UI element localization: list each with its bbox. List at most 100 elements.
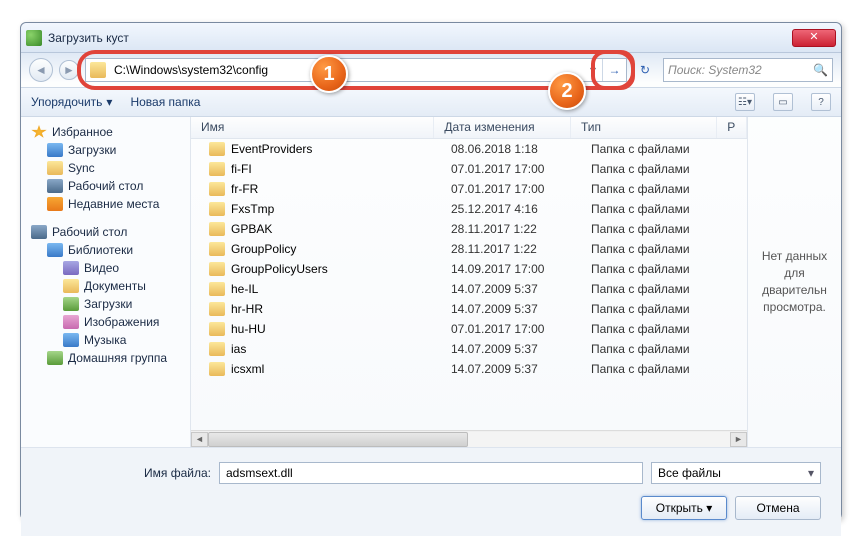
file-row[interactable]: he-IL14.07.2009 5:37Папка с файлами: [191, 279, 747, 299]
scroll-track[interactable]: [208, 432, 730, 447]
folder-icon: [209, 162, 225, 176]
col-size[interactable]: Р: [717, 117, 747, 138]
annotation-badge-2: 2: [548, 72, 586, 110]
file-type: Папка с файлами: [581, 162, 731, 176]
library-icon: [47, 243, 63, 257]
titlebar[interactable]: Загрузить куст ✕: [21, 23, 841, 53]
tree-libraries[interactable]: Библиотеки: [25, 241, 186, 259]
file-row[interactable]: FxsTmp25.12.2017 4:16Папка с файлами: [191, 199, 747, 219]
file-row[interactable]: GroupPolicy28.11.2017 1:22Папка с файлам…: [191, 239, 747, 259]
file-row[interactable]: GroupPolicyUsers 14.09.2017 17:00Папка с …: [191, 259, 747, 279]
col-name[interactable]: Имя: [191, 117, 434, 138]
file-type: Папка с файлами: [581, 222, 731, 236]
forward-button[interactable]: ►: [59, 60, 79, 80]
file-date: 07.01.2017 17:00: [441, 182, 581, 196]
preview-pane-button[interactable]: ▭: [773, 93, 793, 111]
address-bar[interactable]: ▾ →: [85, 58, 627, 82]
window-title: Загрузить куст: [48, 31, 792, 45]
desktop-icon: [47, 179, 63, 193]
tree-music[interactable]: Музыка: [25, 331, 186, 349]
search-box[interactable]: Поиск: System32 🔍: [663, 58, 833, 82]
open-button[interactable]: Открыть ▾: [641, 496, 727, 520]
file-type: Папка с файлами: [581, 182, 731, 196]
tree-homegroup[interactable]: Домашняя группа: [25, 349, 186, 367]
file-date: 07.01.2017 17:00: [441, 162, 581, 176]
file-type: Папка с файлами: [581, 242, 731, 256]
file-date: 28.11.2017 1:22: [441, 222, 581, 236]
file-type: Папка с файлами: [581, 202, 731, 216]
file-name: hr-HR: [231, 302, 263, 316]
preview-pane: Нет данных для дварительн просмотра.: [747, 117, 841, 447]
file-date: 14.07.2009 5:37: [441, 362, 581, 376]
tree-video[interactable]: Видео: [25, 259, 186, 277]
file-date: 08.06.2018 1:18: [441, 142, 581, 156]
file-row[interactable]: hu-HU07.01.2017 17:00Папка с файлами: [191, 319, 747, 339]
tree-downloads2[interactable]: Загрузки: [25, 295, 186, 313]
homegroup-icon: [47, 351, 63, 365]
file-date: 14.07.2009 5:37: [441, 282, 581, 296]
desktop-icon: [31, 225, 47, 239]
folder-icon: [63, 297, 79, 311]
tree-documents[interactable]: Документы: [25, 277, 186, 295]
navigation-row: ◄ ► ▾ → ↻ Поиск: System32 🔍: [21, 53, 841, 87]
file-row[interactable]: fi-FI 07.01.2017 17:00Папка с файлами: [191, 159, 747, 179]
nav-tree[interactable]: Избранное Загрузки Sync Рабочий стол Нед…: [21, 117, 191, 447]
file-row[interactable]: GPBAK28.11.2017 1:22Папка с файлами: [191, 219, 747, 239]
folder-icon: [209, 262, 225, 276]
tree-favorites[interactable]: Избранное: [25, 123, 186, 141]
col-date[interactable]: Дата изменения: [434, 117, 571, 138]
file-type: Папка с файлами: [581, 282, 731, 296]
search-placeholder: Поиск: System32: [668, 63, 762, 77]
organize-menu[interactable]: Упорядочить ▾: [31, 95, 112, 109]
tree-desktop-fav[interactable]: Рабочий стол: [25, 177, 186, 195]
file-name: GroupPolicyUsers: [231, 262, 328, 276]
documents-icon: [63, 279, 79, 293]
scroll-left-arrow[interactable]: ◄: [191, 432, 208, 447]
address-bar-wrapper: ▾ →: [85, 58, 627, 82]
tree-downloads[interactable]: Загрузки: [25, 141, 186, 159]
file-date: 14.09.2017 17:00: [441, 262, 581, 276]
close-button[interactable]: ✕: [792, 29, 836, 47]
video-icon: [63, 261, 79, 275]
images-icon: [63, 315, 79, 329]
filetype-value: Все файлы: [658, 466, 721, 480]
annotation-badge-1: 1: [310, 55, 348, 93]
scroll-thumb[interactable]: [208, 432, 468, 447]
folder-icon: [209, 362, 225, 376]
col-type[interactable]: Тип: [571, 117, 717, 138]
go-button[interactable]: →: [602, 59, 626, 81]
file-date: 14.07.2009 5:37: [441, 302, 581, 316]
file-row[interactable]: ias14.07.2009 5:37Папка с файлами: [191, 339, 747, 359]
file-row[interactable]: fr-FR 07.01.2017 17:00Папка с файлами: [191, 179, 747, 199]
file-row[interactable]: EventProviders08.06.2018 1:18Папка с фай…: [191, 139, 747, 159]
horizontal-scrollbar[interactable]: ◄ ►: [191, 430, 747, 447]
view-options-button[interactable]: ☷▾: [735, 93, 755, 111]
new-folder-button[interactable]: Новая папка: [130, 95, 200, 109]
address-dropdown[interactable]: ▾: [584, 63, 602, 77]
folder-icon: [209, 342, 225, 356]
folder-icon: [47, 161, 63, 175]
filetype-combo[interactable]: Все файлы ▾: [651, 462, 821, 484]
refresh-button[interactable]: ↻: [633, 63, 657, 77]
file-name: fi-FI: [231, 162, 252, 176]
file-rows: EventProviders08.06.2018 1:18Папка с фай…: [191, 139, 747, 430]
folder-icon: [209, 282, 225, 296]
file-type: Папка с файлами: [581, 262, 731, 276]
file-row[interactable]: icsxml14.07.2009 5:37Папка с файлами: [191, 359, 747, 379]
tree-sync[interactable]: Sync: [25, 159, 186, 177]
filename-input[interactable]: [219, 462, 643, 484]
back-button[interactable]: ◄: [29, 58, 53, 82]
file-row[interactable]: hr-HR 14.07.2009 5:37Папка с файлами: [191, 299, 747, 319]
help-button[interactable]: ?: [811, 93, 831, 111]
tree-desktop[interactable]: Рабочий стол: [25, 223, 186, 241]
scroll-right-arrow[interactable]: ►: [730, 432, 747, 447]
tree-recent[interactable]: Недавние места: [25, 195, 186, 213]
file-date: 07.01.2017 17:00: [441, 322, 581, 336]
music-icon: [63, 333, 79, 347]
column-headers: Имя Дата изменения Тип Р: [191, 117, 747, 139]
cancel-button[interactable]: Отмена: [735, 496, 821, 520]
folder-icon: [209, 142, 225, 156]
file-name: fr-FR: [231, 182, 258, 196]
file-type: Папка с файлами: [581, 302, 731, 316]
tree-images[interactable]: Изображения: [25, 313, 186, 331]
